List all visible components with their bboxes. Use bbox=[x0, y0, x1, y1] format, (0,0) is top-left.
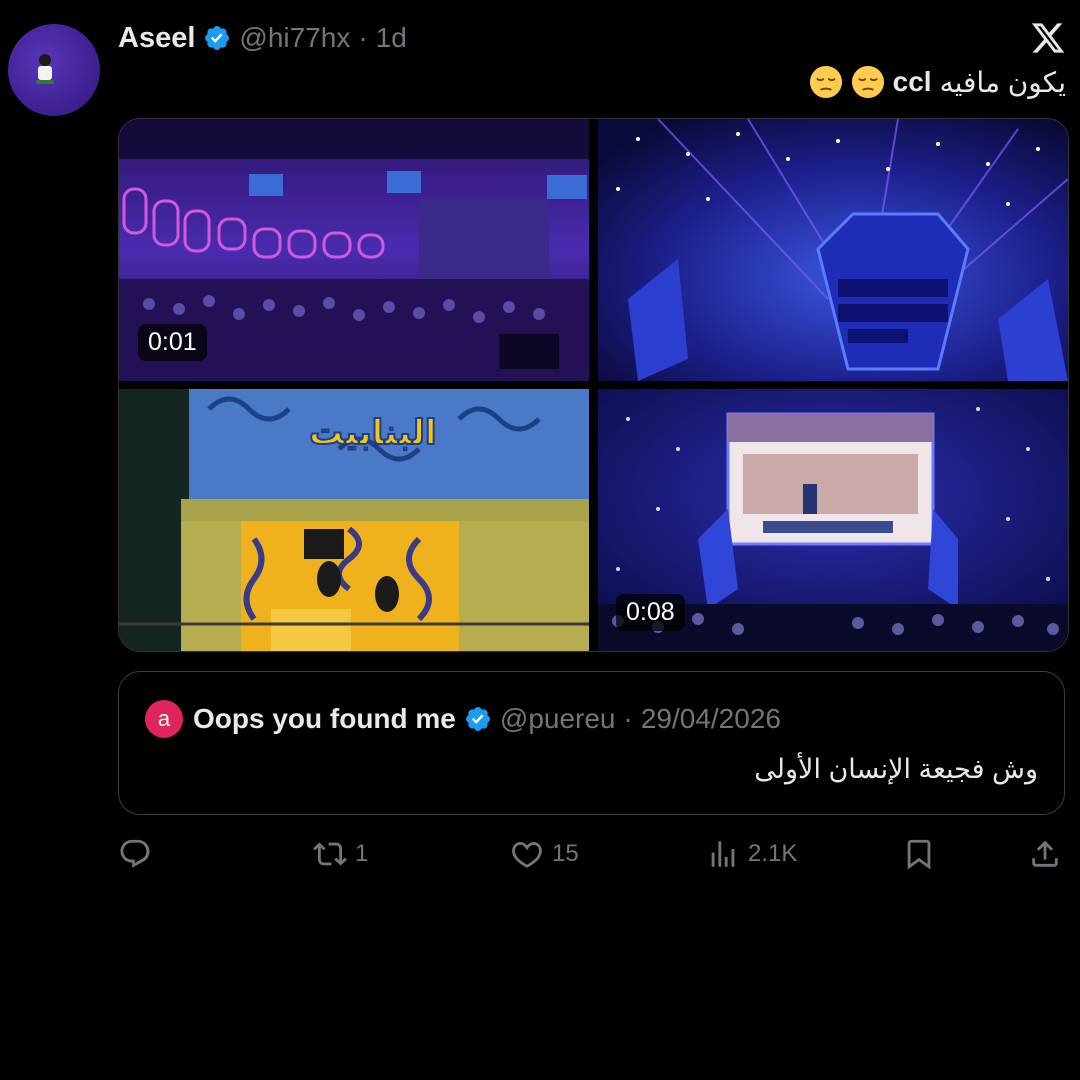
author-avatar[interactable] bbox=[8, 24, 100, 116]
views-count: 2.1K bbox=[748, 840, 798, 867]
repost-button[interactable]: 1 bbox=[313, 832, 368, 876]
video-duration-badge: 0:01 bbox=[138, 324, 207, 361]
tweet-text-brand: ccl bbox=[892, 66, 932, 97]
quoted-tweet-date: 29/04/2026 bbox=[640, 703, 781, 734]
stage-starting-soon-image bbox=[598, 119, 1068, 381]
media-grid: 0:01 ﺍﻟﺒﻨﺎﺑﻴﺖ 0:08 bbox=[118, 118, 1069, 652]
media-tile-booth-yellow-penguins[interactable]: ﺍﻟﺒﻨﺎﺑﻴﺖ bbox=[119, 389, 589, 651]
bookmark-button[interactable] bbox=[902, 832, 936, 876]
repost-icon bbox=[313, 842, 347, 866]
quoted-author-handle[interactable]: @puereu bbox=[500, 703, 616, 735]
avatar-figure-icon bbox=[36, 54, 54, 84]
reply-icon bbox=[120, 839, 150, 868]
author-name[interactable]: Aseel bbox=[118, 22, 195, 55]
quoted-header-separator: · bbox=[623, 703, 633, 734]
share-button[interactable] bbox=[1028, 832, 1062, 876]
media-tile-big-screen-game[interactable]: 0:08 bbox=[598, 389, 1068, 651]
tweet-action-bar: 1 15 2.1K bbox=[118, 832, 1067, 876]
media-tile-arena-crowd[interactable]: 0:01 bbox=[119, 119, 589, 381]
quoted-tweet[interactable]: a Oops you found me @puereu · 29/04/2026… bbox=[118, 671, 1065, 815]
repost-count: 1 bbox=[355, 840, 369, 867]
tweet-header: Aseel @hi77hx · 1d bbox=[118, 20, 407, 56]
tweet-text-arabic: يكون مافيه bbox=[939, 66, 1066, 98]
pensive-face-icon bbox=[851, 65, 884, 99]
tweet-text: يكون مافيه ccl bbox=[809, 62, 1066, 102]
verified-badge-icon bbox=[465, 707, 490, 731]
svg-text:ﺍﻟﺒﻨﺎﺑﻴﺖ: ﺍﻟﺒﻨﺎﺑﻴﺖ bbox=[309, 413, 437, 453]
booth-yellow-penguins-image: ﺍﻟﺒﻨﺎﺑﻴﺖ bbox=[119, 389, 589, 651]
like-button[interactable]: 15 bbox=[510, 832, 579, 876]
media-tile-stage-starting-soon[interactable] bbox=[598, 119, 1068, 381]
quoted-author-name[interactable]: Oops you found me bbox=[193, 703, 456, 735]
tweet-time[interactable]: 1d bbox=[376, 22, 407, 54]
header-separator: · bbox=[358, 22, 368, 53]
like-count: 15 bbox=[552, 840, 579, 867]
video-duration-badge: 0:08 bbox=[616, 594, 685, 631]
quoted-tweet-text: وش فجيعة الإنسان الأولى bbox=[754, 754, 1038, 784]
quoted-tweet-header: Oops you found me @puereu · 29/04/2026 bbox=[193, 700, 781, 738]
views-button[interactable]: 2.1K bbox=[706, 832, 797, 876]
heart-icon bbox=[512, 841, 542, 868]
quoted-author-avatar[interactable]: a bbox=[145, 700, 183, 738]
views-chart-icon bbox=[711, 841, 735, 867]
author-handle[interactable]: @hi77hx bbox=[239, 22, 350, 54]
x-logo-icon[interactable] bbox=[1030, 20, 1066, 56]
pensive-face-icon bbox=[809, 65, 842, 99]
share-icon bbox=[1032, 840, 1058, 867]
reply-button[interactable] bbox=[118, 832, 160, 876]
bookmark-icon bbox=[907, 839, 931, 870]
verified-badge-icon bbox=[205, 26, 230, 50]
